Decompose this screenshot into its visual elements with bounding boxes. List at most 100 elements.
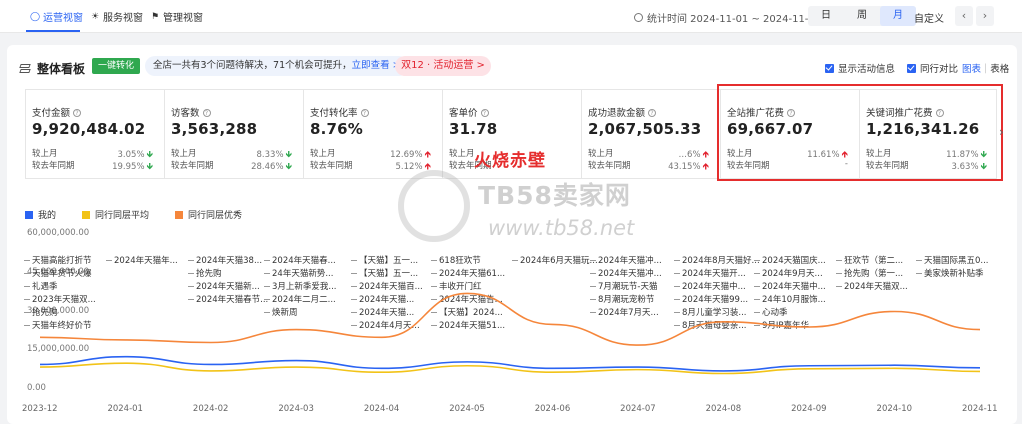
yoy-label: 较去年同期 [310,161,353,171]
legend-label: 同行同层优秀 [188,211,243,221]
help-icon[interactable]: ? [73,109,82,117]
one-click-convert-button[interactable]: 一键转化 [92,58,141,74]
x-tick-label: 2024-10 [876,404,913,414]
tip-link[interactable]: 立即查看 > [352,60,401,71]
tab-label: 管理视窗 [163,13,203,24]
legend-item-peer-avg[interactable]: 同行同层平均 [82,208,149,221]
activity-annotation[interactable]: 2024年天猫冲... [590,267,662,279]
activity-annotation[interactable]: 抢先购 [24,306,58,318]
activity-annotation[interactable]: 2024年天猫冲... [590,254,662,266]
panel-title: 整体看板 [19,60,85,77]
activity-annotation[interactable]: 天猫高能打折节 [24,254,92,266]
legend-item-peer-top[interactable]: 同行同层优秀 [175,208,242,221]
activity-annotation[interactable]: 8月潮玩宠粉节 [590,293,654,305]
activity-annotation[interactable]: 2024年4月天... [351,319,420,331]
stat-time-text: 统计时间 2024-11-01 ~ 2024-11-30 [647,14,822,25]
activity-annotation[interactable]: 抢先购 [188,267,222,279]
chevron-right-icon[interactable]: › [976,6,994,26]
chevron-right-icon[interactable]: › [999,125,1004,139]
activity-annotation[interactable]: 2024年天猫... [351,306,414,318]
activity-annotation[interactable]: 【天猫】2024... [431,306,503,318]
show-activity-label: 显示活动信息 [838,64,896,75]
top-nav-bar: ◯ 运营视窗 ☀ 服务视窗 ⚑ 管理视窗 统计时间 2024-11-01 ~ 2… [0,0,1022,33]
activity-annotation[interactable]: 2024年天猫99... [674,293,748,305]
activity-annotation[interactable]: 礼遇季 [24,280,58,292]
activity-annotation[interactable]: 2024年7月天... [590,306,659,318]
activity-annotation[interactable]: 2024年天猫38... [188,254,262,266]
activity-annotation[interactable]: 7月潮玩节-天猫 [590,280,657,292]
activity-annotation[interactable]: 2024天猫国庆... [754,254,826,266]
metric-value: 9,920,484.02 [32,120,146,138]
peer-compare-checkbox[interactable] [907,63,917,73]
activity-annotation[interactable]: 【天猫】五一... [351,254,418,266]
tab-service[interactable]: ☀ 服务视窗 [90,9,143,25]
activity-annotation[interactable]: 心动季 [754,306,788,318]
activity-annotation[interactable]: 2024年天猫... [351,293,414,305]
yoy-label: 较去年同期 [588,161,631,171]
activity-annotation[interactable]: 2024年天猫中... [674,280,746,292]
metric-label-text: 访客数 [171,108,200,119]
activity-annotation[interactable]: 9月IP嘉年华 [754,319,809,331]
activity-annotation[interactable]: 2024年天猫51... [431,319,505,331]
promo-button[interactable]: 双12 · 活动运营 > [395,56,491,76]
activity-annotation[interactable]: 2024年二月二... [264,293,336,305]
metric-yoy: 较去年同期 43.15% 🡹 [588,159,713,172]
x-tick-label: 2024-02 [192,404,229,414]
x-tick-label: 2024-09 [791,404,827,414]
mom-label: 较上月 [588,149,614,159]
activity-annotation[interactable]: 2024年天猫百... [351,280,423,292]
metric-label-text: 成功退款金额 [588,108,646,119]
help-icon[interactable]: ? [648,109,657,117]
x-tick-label: 2024-11 [962,404,998,414]
activity-annotation[interactable]: 丰收开门红 [431,280,482,292]
table-view-toggle[interactable]: 表格 [990,61,1009,75]
activity-annotation[interactable]: 2024年天猫61... [431,267,505,279]
show-activity-checkbox[interactable] [825,63,834,73]
yoy-label: 较去年同期 [171,161,214,171]
activity-annotation[interactable]: 2024年天猫新... [188,280,260,292]
period-day-button[interactable]: 日 [808,6,844,26]
activity-annotation[interactable]: 2024年9月天... [754,267,823,279]
metric-card[interactable]: 成功退款金额? 2,067,505.33 较上月 …6% 🡹 较去年同期 43.15% 🡹 [582,90,721,178]
panel-title-text: 整体看板 [37,62,86,76]
activity-annotation[interactable]: 2024年6月天猫玩... [512,254,598,266]
activity-annotation[interactable]: 2024年天猫中... [754,280,826,292]
metric-card[interactable]: 访客数? 3,563,288 较上月 8.33% 🡻 较去年同期 28.46% 🡻 [165,90,304,178]
activity-annotation[interactable]: 抢先购（第一... [836,267,903,279]
activity-annotation[interactable]: 2024年天猫双... [836,280,908,292]
activity-annotation[interactable]: 【天猫】五一... [351,267,418,279]
metric-card[interactable]: 支付转化率? 8.76% 较上月 12.69% 🡹 较去年同期 5.12% 🡹 [304,90,443,178]
activity-annotation[interactable]: 狂欢节（第二... [836,254,903,266]
chart-view-toggle[interactable]: 图表 [962,61,981,75]
help-icon[interactable]: ? [202,109,211,117]
activity-annotation[interactable]: 8月儿童学习装... [674,306,747,318]
period-week-button[interactable]: 周 [844,6,880,26]
help-icon[interactable]: ? [360,109,369,117]
activity-annotation[interactable]: 2024年天猫开... [674,267,746,279]
activity-annotation[interactable]: 2024年天猫告... [431,293,503,305]
activity-annotation[interactable]: 3月上新季爱我... [264,280,337,292]
activity-annotation[interactable]: 24年10月服饰... [754,293,826,305]
activity-annotation[interactable]: 美家焕新补贴季 [916,267,984,279]
tab-operations[interactable]: ◯ 运营视窗 [30,9,83,25]
activity-annotation[interactable]: 8月天猫母婴亲... [674,319,747,331]
activity-annotation[interactable]: 24年天猫新势... [264,267,333,279]
activity-annotation[interactable]: 2024年天猫春... [264,254,336,266]
activity-annotation[interactable]: 618狂欢节 [431,254,481,266]
period-month-button[interactable]: 月 [880,6,916,26]
metric-card[interactable]: 支付金额? 9,920,484.02 较上月 3.05% 🡻 较去年同期 19.95% 🡻 [26,90,165,178]
activity-annotation[interactable]: 2023年天猫双... [24,293,96,305]
legend-item-mine[interactable]: 我的 [25,208,56,221]
chevron-left-icon[interactable]: ‹ [955,6,973,26]
activity-annotation[interactable]: 2024年8月天猫好... [674,254,760,266]
help-icon[interactable]: ? [480,109,489,117]
activity-annotation[interactable]: 天猫年货节火爆 [24,267,92,279]
tab-management[interactable]: ⚑ 管理视窗 [150,9,203,25]
period-custom-button[interactable]: 自定义 [914,10,944,25]
activity-annotation[interactable]: 2024年天猫春节... [188,293,268,305]
activity-annotation[interactable]: 天猫国际黑五0... [916,254,989,266]
activity-annotation[interactable]: 焕新周 [264,306,298,318]
highlight-box [717,84,1003,181]
activity-annotation[interactable]: 2024年天猫年... [106,254,178,266]
activity-annotation[interactable]: 天猫年终好价节 [24,319,92,331]
